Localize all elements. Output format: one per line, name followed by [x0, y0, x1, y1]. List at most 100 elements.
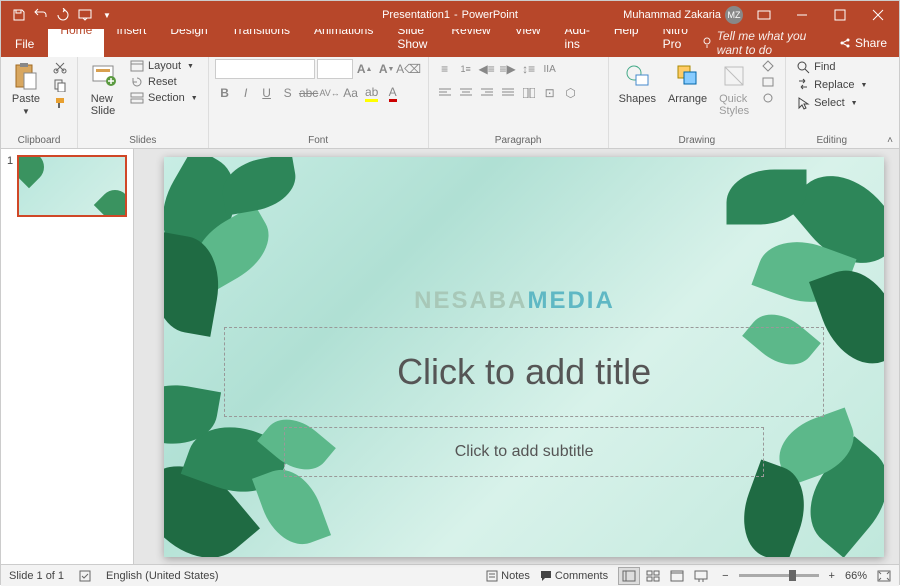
find-button[interactable]: Find: [792, 59, 871, 75]
tab-file[interactable]: File: [1, 31, 48, 57]
layout-icon: [130, 60, 144, 72]
section-button[interactable]: Section▼: [126, 91, 202, 105]
zoom-slider[interactable]: [739, 574, 819, 577]
shape-outline-button[interactable]: [757, 75, 779, 89]
share-icon: [839, 37, 851, 49]
paste-icon: [11, 61, 41, 91]
view-buttons: [618, 567, 712, 585]
spacing-button[interactable]: AV↔: [320, 83, 340, 103]
highlight-button[interactable]: ab: [362, 83, 382, 103]
align-right-button[interactable]: [477, 83, 497, 103]
group-slides: New Slide Layout▼ Reset Section▼ Slides: [78, 57, 209, 148]
align-center-button[interactable]: [456, 83, 476, 103]
font-color-button[interactable]: A: [383, 83, 403, 103]
language-status[interactable]: English (United States): [106, 570, 219, 582]
replace-button[interactable]: Replace▼: [792, 77, 871, 93]
reset-button[interactable]: Reset: [126, 75, 202, 89]
tell-me-search[interactable]: Tell me what you want to do: [700, 29, 831, 57]
share-button[interactable]: Share: [839, 36, 887, 50]
copy-button[interactable]: [49, 77, 71, 93]
quick-access-toolbar: ▼: [1, 5, 117, 25]
spellcheck-icon[interactable]: [78, 569, 92, 583]
zoom-out-button[interactable]: −: [722, 570, 728, 582]
subtitle-placeholder[interactable]: Click to add subtitle: [284, 427, 764, 477]
zoom-in-button[interactable]: +: [829, 570, 835, 582]
effects-icon: [761, 92, 775, 104]
arrange-button[interactable]: Arrange: [664, 59, 711, 133]
align-left-button[interactable]: [435, 83, 455, 103]
slideshow-view-button[interactable]: [690, 567, 712, 585]
select-button[interactable]: Select▼: [792, 95, 871, 111]
sorter-view-button[interactable]: [642, 567, 664, 585]
smartart-button[interactable]: ⬡: [561, 83, 581, 103]
group-font: A▲ A▼ A⌫ B I U S abc AV↔ Aa ab A Font: [209, 57, 429, 148]
copy-icon: [53, 78, 67, 92]
slide-canvas-area[interactable]: NESABAMEDIA Click to add title Click to …: [134, 149, 900, 564]
font-family-combo[interactable]: [215, 59, 315, 79]
slide-counter[interactable]: Slide 1 of 1: [9, 570, 64, 582]
cut-button[interactable]: [49, 59, 71, 75]
shape-effects-button[interactable]: [757, 91, 779, 105]
new-slide-button[interactable]: New Slide: [84, 59, 122, 133]
thumbnail-number: 1: [7, 155, 13, 217]
layout-button[interactable]: Layout▼: [126, 59, 202, 73]
maximize-icon[interactable]: [823, 1, 857, 29]
save-icon[interactable]: [9, 5, 29, 25]
text-direction-button[interactable]: IIA: [540, 59, 560, 79]
columns-button[interactable]: [519, 83, 539, 103]
ribbon: Paste ▼ Clipboard New Slide Layout▼ Rese…: [1, 57, 899, 149]
justify-button[interactable]: [498, 83, 518, 103]
title-bar: ▼ Presentation1 - PowerPoint Muhammad Za…: [1, 1, 899, 29]
shape-fill-button[interactable]: [757, 59, 779, 73]
increase-font-icon[interactable]: A▲: [355, 59, 375, 79]
numbering-button[interactable]: 1≡: [456, 59, 476, 79]
zoom-level[interactable]: 66%: [845, 570, 867, 582]
reading-view-button[interactable]: [666, 567, 688, 585]
clear-format-icon[interactable]: A⌫: [399, 59, 419, 79]
watermark: NESABAMEDIA: [414, 287, 615, 315]
close-icon[interactable]: [861, 1, 895, 29]
group-drawing: Shapes Arrange Quick Styles Drawing: [609, 57, 786, 148]
fit-to-window-button[interactable]: [877, 570, 891, 582]
chevron-down-icon: ▼: [22, 107, 30, 116]
increase-indent-button[interactable]: ≡▶: [498, 59, 518, 79]
bold-button[interactable]: B: [215, 83, 235, 103]
notes-button[interactable]: Notes: [486, 570, 530, 582]
underline-button[interactable]: U: [257, 83, 277, 103]
lightbulb-icon: [700, 36, 711, 50]
align-text-button[interactable]: ⊡: [540, 83, 560, 103]
normal-view-button[interactable]: [618, 567, 640, 585]
fill-icon: [761, 60, 775, 72]
ribbon-display-icon[interactable]: [747, 1, 781, 29]
italic-button[interactable]: I: [236, 83, 256, 103]
line-spacing-button[interactable]: ↕≡: [519, 59, 539, 79]
case-button[interactable]: Aa: [341, 83, 361, 103]
slide-thumbnail-panel: 1: [1, 149, 134, 564]
user-name[interactable]: Muhammad Zakaria: [623, 9, 721, 21]
format-painter-button[interactable]: [49, 95, 71, 111]
work-area: 1: [1, 149, 899, 564]
paste-button[interactable]: Paste ▼: [7, 59, 45, 133]
slide-thumbnail[interactable]: [17, 155, 127, 217]
app-name: PowerPoint: [462, 9, 518, 21]
decrease-indent-button[interactable]: ◀≡: [477, 59, 497, 79]
shapes-button[interactable]: Shapes: [615, 59, 660, 133]
font-size-combo[interactable]: [317, 59, 353, 79]
shadow-button[interactable]: S: [278, 83, 298, 103]
qat-dropdown-icon[interactable]: ▼: [97, 5, 117, 25]
undo-icon[interactable]: [31, 5, 51, 25]
comments-button[interactable]: Comments: [540, 570, 608, 582]
decrease-font-icon[interactable]: A▼: [377, 59, 397, 79]
user-avatar[interactable]: MZ: [725, 6, 743, 24]
group-clipboard: Paste ▼ Clipboard: [1, 57, 78, 148]
collapse-ribbon-icon[interactable]: ˄: [887, 135, 893, 146]
minimize-icon[interactable]: [785, 1, 819, 29]
bullets-button[interactable]: ≡: [435, 59, 455, 79]
quick-styles-button[interactable]: Quick Styles: [715, 59, 753, 133]
title-placeholder[interactable]: Click to add title: [224, 327, 824, 417]
cut-icon: [53, 60, 67, 74]
slide: NESABAMEDIA Click to add title Click to …: [164, 157, 884, 557]
slideshow-icon[interactable]: [75, 5, 95, 25]
strike-button[interactable]: abc: [299, 83, 319, 103]
redo-icon[interactable]: [53, 5, 73, 25]
